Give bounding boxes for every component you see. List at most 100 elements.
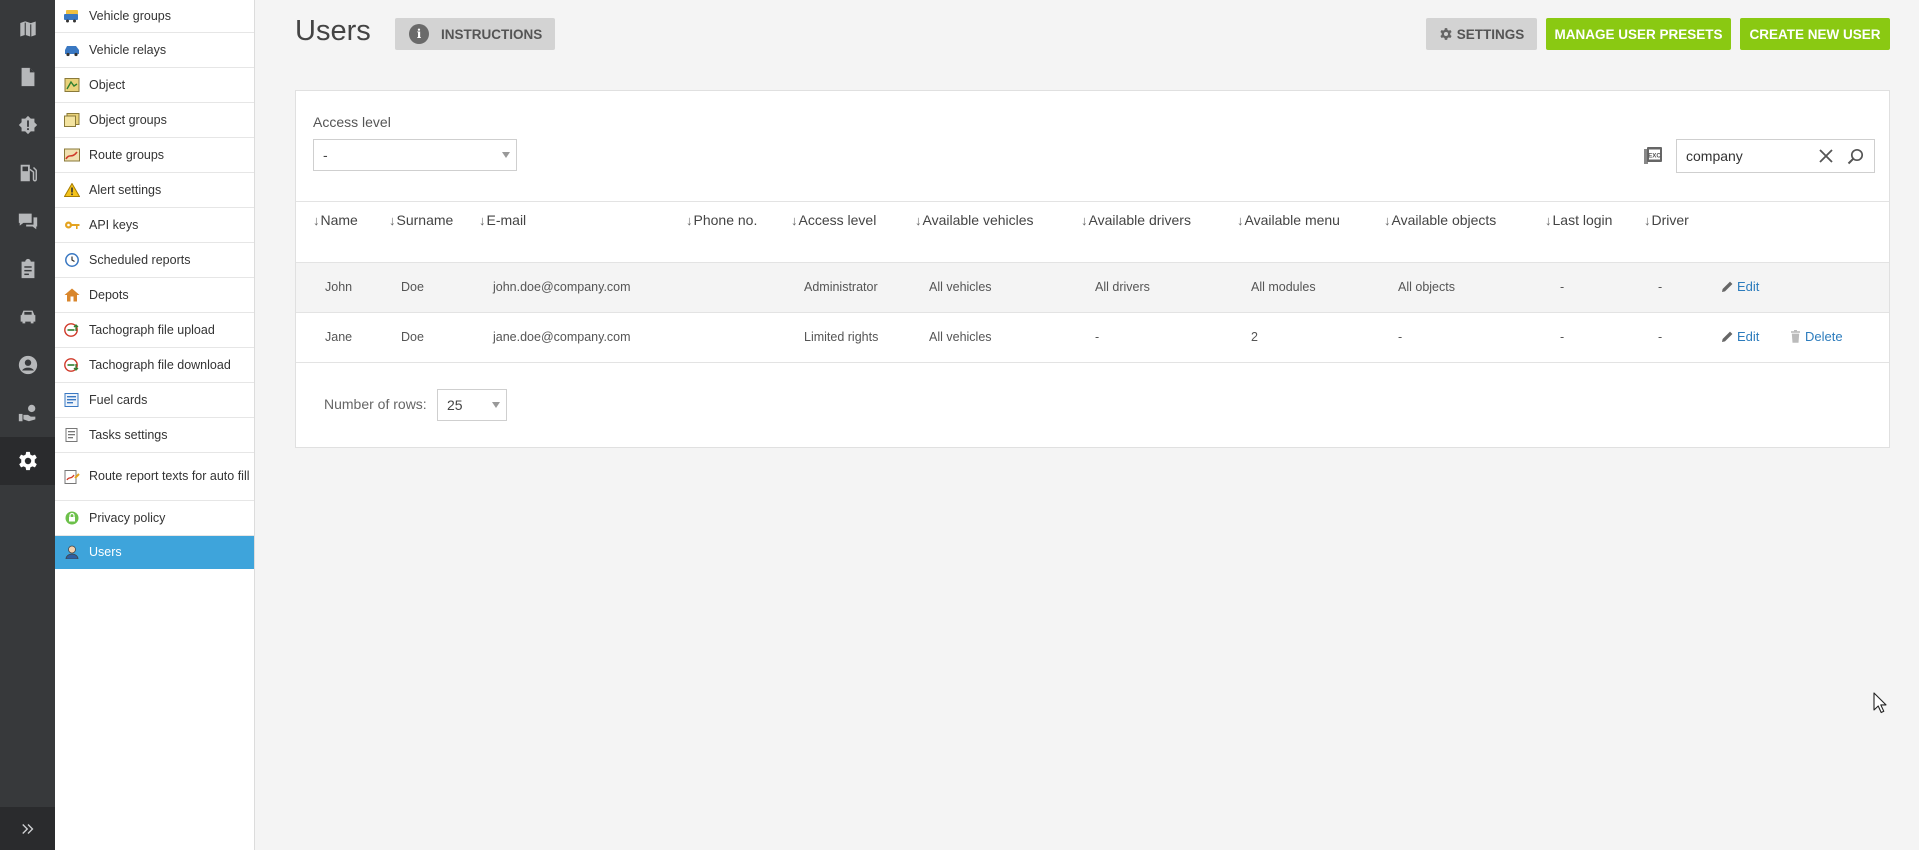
expand-sidebar-button[interactable] — [0, 807, 55, 850]
sort-arrow-icon: ↓ — [1081, 213, 1088, 228]
access-level-select[interactable]: - — [313, 139, 517, 171]
route-report-icon — [64, 469, 80, 484]
column-header-available-drivers[interactable]: ↓Available drivers — [1081, 212, 1191, 228]
cell-available-vehicles: All vehicles — [929, 330, 992, 344]
menu-item-vehicle-relays[interactable]: Vehicle relays — [55, 33, 254, 68]
settings-button[interactable]: SETTINGS — [1426, 18, 1537, 50]
rows-per-page-select[interactable]: 25 — [437, 389, 507, 421]
menu-item-api-keys[interactable]: API keys — [55, 208, 254, 243]
column-header-email[interactable]: ↓E-mail — [479, 212, 526, 228]
sort-arrow-icon: ↓ — [313, 213, 320, 228]
settings-label: SETTINGS — [1456, 26, 1525, 42]
cell-surname: Doe — [401, 280, 424, 294]
column-header-surname[interactable]: ↓Surname — [389, 212, 453, 228]
excel-export-icon[interactable]: EXC — [1643, 146, 1663, 166]
users-panel: Access level - EXC ↓Name ↓Surname ↓E-mai… — [295, 90, 1890, 448]
column-header-name[interactable]: ↓Name — [313, 212, 358, 228]
rail-map[interactable] — [0, 5, 55, 53]
edit-link[interactable]: Edit — [1721, 279, 1759, 294]
menu-item-route-groups[interactable]: Route groups — [55, 138, 254, 173]
trash-icon — [1791, 330, 1800, 343]
fuel-icon — [20, 164, 37, 182]
rail-settings[interactable] — [0, 437, 55, 485]
instructions-button[interactable]: i INSTRUCTIONS — [395, 18, 555, 50]
tasks-icon — [64, 428, 80, 442]
menu-item-tachograph-download[interactable]: Tachograph file download — [55, 348, 254, 383]
cell-last-login: - — [1560, 280, 1565, 294]
vehicle-groups-icon — [64, 9, 80, 23]
vehicle-relays-icon — [64, 43, 80, 57]
rail-messages[interactable] — [0, 197, 55, 245]
cell-available-objects: All objects — [1398, 280, 1455, 294]
cell-available-drivers: All drivers — [1095, 280, 1150, 294]
warning-icon — [64, 183, 80, 197]
rail-documents[interactable] — [0, 53, 55, 101]
menu-item-object-groups[interactable]: Object groups — [55, 103, 254, 138]
create-new-user-button[interactable]: CREATE NEW USER — [1740, 18, 1890, 50]
search-icon[interactable] — [1847, 148, 1864, 165]
settings-menu: Vehicle groups Vehicle relays Object Obj… — [55, 0, 255, 850]
rail-tasks[interactable] — [0, 245, 55, 293]
cell-email: john.doe@company.com — [493, 280, 631, 294]
cell-available-vehicles: All vehicles — [929, 280, 992, 294]
table-row: Jane Doe jane.doe@company.com Limited ri… — [296, 313, 1889, 363]
rail-alerts[interactable] — [0, 101, 55, 149]
rows-per-page-label: Number of rows: — [324, 396, 427, 412]
sort-arrow-icon: ↓ — [791, 213, 798, 228]
sort-arrow-icon: ↓ — [1237, 213, 1244, 228]
tachograph-download-icon — [64, 358, 80, 372]
manage-user-presets-button[interactable]: MANAGE USER PRESETS — [1546, 18, 1731, 50]
pencil-icon — [1722, 281, 1733, 292]
cell-access-level: Limited rights — [804, 330, 879, 344]
column-header-phone[interactable]: ↓Phone no. — [686, 212, 757, 228]
svg-text:EXC: EXC — [1648, 152, 1661, 159]
hand-coin-icon — [18, 404, 35, 422]
search-box — [1676, 139, 1875, 173]
close-icon[interactable] — [1818, 148, 1834, 164]
cell-last-login: - — [1560, 330, 1565, 344]
search-input[interactable] — [1686, 147, 1811, 165]
menu-item-tasks-settings[interactable]: Tasks settings — [55, 418, 254, 453]
access-level-value: - — [323, 147, 328, 163]
sort-arrow-icon: ↓ — [915, 213, 922, 228]
cell-access-level: Administrator — [804, 280, 878, 294]
sort-arrow-icon: ↓ — [686, 213, 693, 228]
menu-item-depots[interactable]: Depots — [55, 278, 254, 313]
column-header-access-level[interactable]: ↓Access level — [791, 212, 876, 228]
column-header-last-login[interactable]: ↓Last login — [1545, 212, 1612, 228]
sort-arrow-icon: ↓ — [1644, 213, 1651, 228]
menu-item-users[interactable]: Users — [55, 536, 254, 569]
menu-item-tachograph-upload[interactable]: Tachograph file upload — [55, 313, 254, 348]
house-icon — [64, 288, 80, 302]
double-chevron-right-icon — [21, 823, 33, 834]
rail-fuel[interactable] — [0, 149, 55, 197]
cell-available-drivers: - — [1095, 330, 1100, 344]
menu-item-route-report-texts[interactable]: Route report texts for auto fill — [55, 453, 254, 501]
chat-icon — [18, 213, 37, 230]
user-icon — [64, 545, 80, 559]
cell-driver: - — [1658, 280, 1663, 294]
rail-vehicles[interactable] — [0, 293, 55, 341]
column-header-available-objects[interactable]: ↓Available objects — [1384, 212, 1496, 228]
fuel-card-icon — [64, 393, 80, 407]
column-header-driver[interactable]: ↓Driver — [1644, 212, 1689, 228]
cell-available-menu: All modules — [1251, 280, 1316, 294]
menu-item-object[interactable]: Object — [55, 68, 254, 103]
menu-item-privacy-policy[interactable]: Privacy policy — [55, 501, 254, 536]
menu-item-alert-settings[interactable]: Alert settings — [55, 173, 254, 208]
menu-item-fuel-cards[interactable]: Fuel cards — [55, 383, 254, 418]
alert-icon — [18, 115, 37, 135]
column-header-available-vehicles[interactable]: ↓Available vehicles — [915, 212, 1034, 228]
edit-link[interactable]: Edit — [1721, 329, 1759, 344]
column-header-available-menu[interactable]: ↓Available menu — [1237, 212, 1340, 228]
rail-account[interactable] — [0, 341, 55, 389]
menu-item-scheduled-reports[interactable]: Scheduled reports — [55, 243, 254, 278]
sort-arrow-icon: ↓ — [1384, 213, 1391, 228]
delete-link[interactable]: Delete — [1789, 329, 1843, 344]
menu-item-vehicle-groups[interactable]: Vehicle groups — [55, 0, 254, 33]
rail-finance[interactable] — [0, 389, 55, 437]
clock-icon — [64, 253, 80, 267]
gear-icon — [18, 451, 37, 471]
route-groups-icon — [64, 148, 80, 162]
cell-available-objects: - — [1398, 330, 1403, 344]
